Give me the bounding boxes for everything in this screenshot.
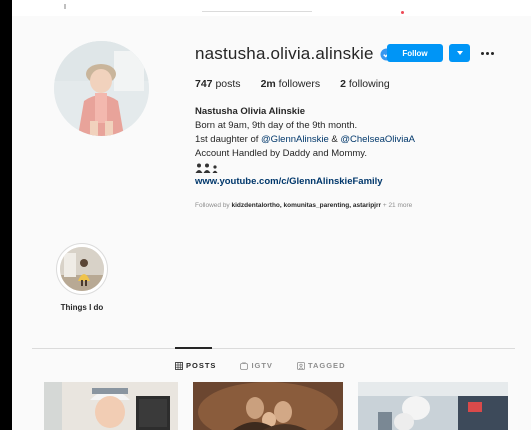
mention-glenn-link[interactable]: @GlennAlinskie [261,134,329,145]
igtv-icon [240,361,249,370]
following-count: 2 [340,78,346,90]
bio-line-2-mid: & [328,134,341,145]
more-options-button[interactable] [479,44,495,62]
post-thumbnail[interactable] [358,382,508,430]
chevron-down-icon [456,51,463,55]
follow-button[interactable]: Follow [387,44,443,62]
bio-line-2: 1st daughter of @GlennAlinskie & @Chelse… [195,133,525,147]
followed-by[interactable]: Followed by kidzdentalortho, komunitas_p… [195,202,412,209]
username: nastusha.olivia.alinskie [195,44,374,63]
tab-posts-label: POSTS [186,361,217,370]
posts-count: 747 [195,78,213,90]
profile-stats: 747 posts 2m followers 2 following [195,78,410,90]
tab-tagged-label: TAGGED [307,361,346,370]
profile-tabs: POSTS IGTV TAGGED [175,361,369,370]
tab-igtv-label: IGTV [251,361,273,370]
followed-by-suffix: + 21 more [381,202,413,209]
following-stat[interactable]: 2 following [340,78,390,90]
highlight-cover [60,247,104,291]
bio-line-2-prefix: 1st daughter of [195,134,262,145]
followed-by-prefix: Followed by [195,202,232,209]
dot [485,51,489,55]
search-bar-edge[interactable] [202,11,312,12]
profile-bio: Nastusha Olivia Alinskie Born at 9am, 9t… [195,105,525,189]
username-row: nastusha.olivia.alinskie [195,42,393,66]
post-thumbnail[interactable] [44,382,178,430]
dot [490,51,494,55]
tab-igtv[interactable]: IGTV [240,361,273,370]
active-tab-indicator [175,347,212,349]
followed-by-names: kidzdentalortho, komunitas_parenting, as… [231,202,382,209]
suggested-accounts-button[interactable] [449,44,470,62]
website-link[interactable]: www.youtube.com/c/GlennAlinskieFamily [195,175,525,189]
window-edge [0,0,12,430]
tab-posts[interactable]: POSTS [175,361,216,370]
notification-dot [401,11,404,14]
dot [480,51,484,55]
post-thumbnail[interactable] [193,382,343,430]
family-icon [195,163,218,173]
post-photo [44,382,178,430]
top-nav-strip [12,0,531,16]
post-photo [193,382,343,430]
highlight-label: Things I do [60,303,104,312]
bio-line-1: Born at 9am, 9th day of the 9th month. [195,120,358,131]
followers-count: 2m [260,78,276,90]
following-label: following [348,78,390,90]
mention-chelsea-link[interactable]: @ChelseaOliviaA [340,134,415,145]
followers-label: followers [278,78,321,90]
tabs-divider [32,348,515,349]
avatar-photo [54,41,149,136]
highlight-photo [60,247,104,291]
followers-stat[interactable]: 2m followers [261,78,321,90]
profile-avatar[interactable] [54,41,149,136]
story-highlight[interactable] [56,243,108,295]
grid-icon [175,361,183,370]
post-photo [358,382,508,430]
tab-tagged[interactable]: TAGGED [297,361,346,370]
tagged-icon [297,361,305,370]
nav-fragment [64,4,66,9]
posts-label: posts [215,78,241,90]
family-emoji [195,161,525,175]
bio-line-3: Account Handled by Daddy and Mommy. [195,148,367,159]
profile-page: nastusha.olivia.alinskie Follow 747 post… [12,0,531,430]
posts-stat: 747 posts [195,78,241,90]
full-name: Nastusha Olivia Alinskie [195,106,305,117]
